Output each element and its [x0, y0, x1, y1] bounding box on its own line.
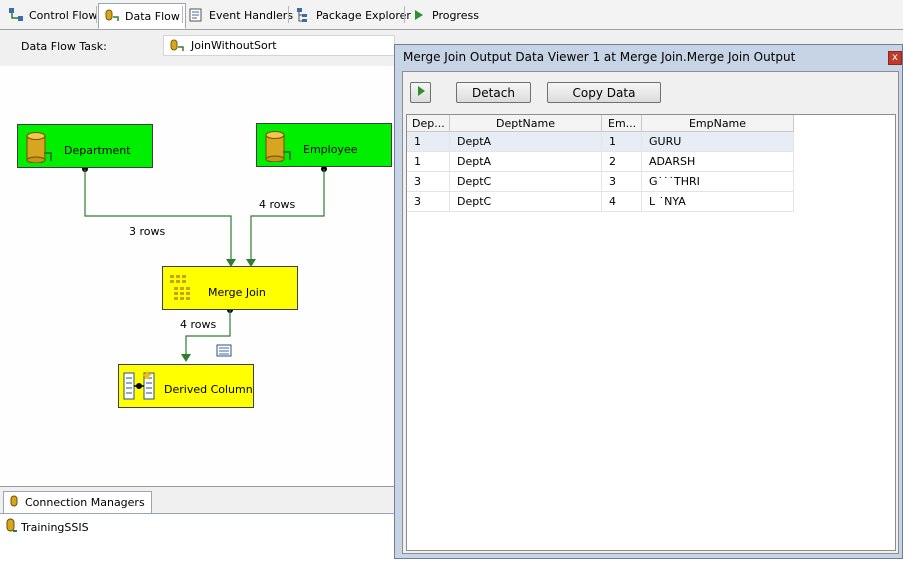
close-icon: x: [892, 52, 898, 63]
department-path-row-count: 3 rows: [129, 225, 166, 238]
package-explorer-icon: [295, 7, 311, 23]
merge-join-transform[interactable]: Merge Join: [162, 266, 298, 310]
table-cell[interactable]: ADARSH: [642, 152, 794, 172]
table-cell[interactable]: L ˙NYA: [642, 192, 794, 212]
connection-icon: [8, 494, 20, 511]
tab-label: Connection Managers: [25, 496, 145, 509]
connection-managers-pane: Connection Managers TrainingSSIS: [0, 486, 400, 561]
table-cell[interactable]: 2: [602, 152, 642, 172]
component-label: Department: [64, 144, 131, 157]
data-grid[interactable]: Dep... DeptName Em... EmpName 1 DeptA 1 …: [406, 114, 896, 551]
task-dropdown[interactable]: JoinWithoutSort: [163, 35, 395, 56]
department-source[interactable]: Department: [17, 124, 153, 168]
tab-event-handlers[interactable]: Event Handlers: [183, 3, 298, 27]
derived-column-icon: [123, 370, 157, 407]
table-cell[interactable]: 3: [407, 172, 450, 192]
connection-item[interactable]: TrainingSSIS: [4, 518, 89, 537]
designer-tab-bar: Control Flow Data Flow Event Handlers Pa…: [0, 0, 903, 30]
close-button[interactable]: x: [888, 51, 902, 65]
table-cell[interactable]: G˙˙˙THRI: [642, 172, 794, 192]
employee-path-row-count: 4 rows: [259, 198, 296, 211]
data-viewer-body: Detach Copy Data Dep... DeptName Em... E…: [402, 71, 899, 554]
employee-source[interactable]: Employee: [256, 123, 392, 167]
table-cell[interactable]: DeptC: [450, 192, 602, 212]
merge-path-row-count: 4 rows: [180, 318, 217, 331]
component-label: Employee: [303, 143, 358, 156]
derived-column-transform[interactable]: Derived Column: [118, 364, 254, 408]
tab-label: Event Handlers: [209, 8, 294, 22]
tab-connection-managers[interactable]: Connection Managers: [3, 491, 152, 513]
tab-control-flow[interactable]: Control Flow: [3, 3, 102, 27]
table-cell[interactable]: 1: [407, 132, 450, 152]
connection-list[interactable]: TrainingSSIS: [0, 513, 400, 561]
tab-label: Data Flow: [125, 9, 180, 23]
task-dropdown-value: JoinWithoutSort: [191, 39, 277, 52]
table-cell[interactable]: GURU: [642, 132, 794, 152]
merge-join-icon: [169, 274, 195, 305]
tab-package-explorer[interactable]: Package Explorer: [290, 3, 416, 27]
tab-progress[interactable]: Progress: [406, 3, 484, 27]
column-header[interactable]: DeptName: [450, 115, 602, 132]
table-cell[interactable]: 1: [407, 152, 450, 172]
tab-data-flow[interactable]: Data Flow: [98, 3, 186, 29]
copy-data-button[interactable]: Copy Data: [547, 82, 661, 103]
progress-icon: [411, 7, 427, 23]
table-cell[interactable]: 3: [407, 192, 450, 212]
connection-icon: [4, 518, 18, 537]
tab-label: Package Explorer: [316, 8, 411, 22]
component-label: Derived Column: [164, 383, 253, 396]
data-flow-task-icon: [169, 38, 185, 54]
table-cell[interactable]: 4: [602, 192, 642, 212]
task-label: Data Flow Task:: [21, 40, 107, 53]
tab-divider: [404, 6, 405, 23]
table-cell[interactable]: DeptA: [450, 132, 602, 152]
table-cell[interactable]: 3: [602, 172, 642, 192]
column-header[interactable]: EmpName: [642, 115, 794, 132]
detach-button[interactable]: Detach: [456, 82, 531, 103]
database-source-icon: [263, 130, 291, 165]
employee-path[interactable]: [246, 166, 327, 267]
column-header[interactable]: Em...: [602, 115, 642, 132]
play-icon: [416, 85, 426, 100]
table-cell[interactable]: 1: [602, 132, 642, 152]
continue-button[interactable]: [410, 82, 431, 103]
column-header[interactable]: Dep...: [407, 115, 450, 132]
tab-label: Control Flow: [29, 8, 98, 22]
component-label: Merge Join: [208, 286, 266, 299]
table-cell[interactable]: DeptC: [450, 172, 602, 192]
data-flow-icon: [104, 8, 120, 24]
tab-divider: [288, 6, 289, 23]
database-source-icon: [24, 131, 52, 166]
control-flow-icon: [8, 7, 24, 23]
data-viewer-icon[interactable]: [216, 344, 232, 361]
department-path[interactable]: [82, 166, 236, 267]
event-handlers-icon: [188, 7, 204, 23]
connection-name: TrainingSSIS: [21, 521, 89, 534]
viewer-toolbar: Detach Copy Data: [403, 72, 898, 112]
window-title: Merge Join Output Data Viewer 1 at Merge…: [403, 50, 796, 64]
tab-divider: [96, 6, 97, 23]
table-cell[interactable]: DeptA: [450, 152, 602, 172]
tab-label: Progress: [432, 8, 479, 22]
data-viewer-window[interactable]: Merge Join Output Data Viewer 1 at Merge…: [394, 44, 903, 559]
